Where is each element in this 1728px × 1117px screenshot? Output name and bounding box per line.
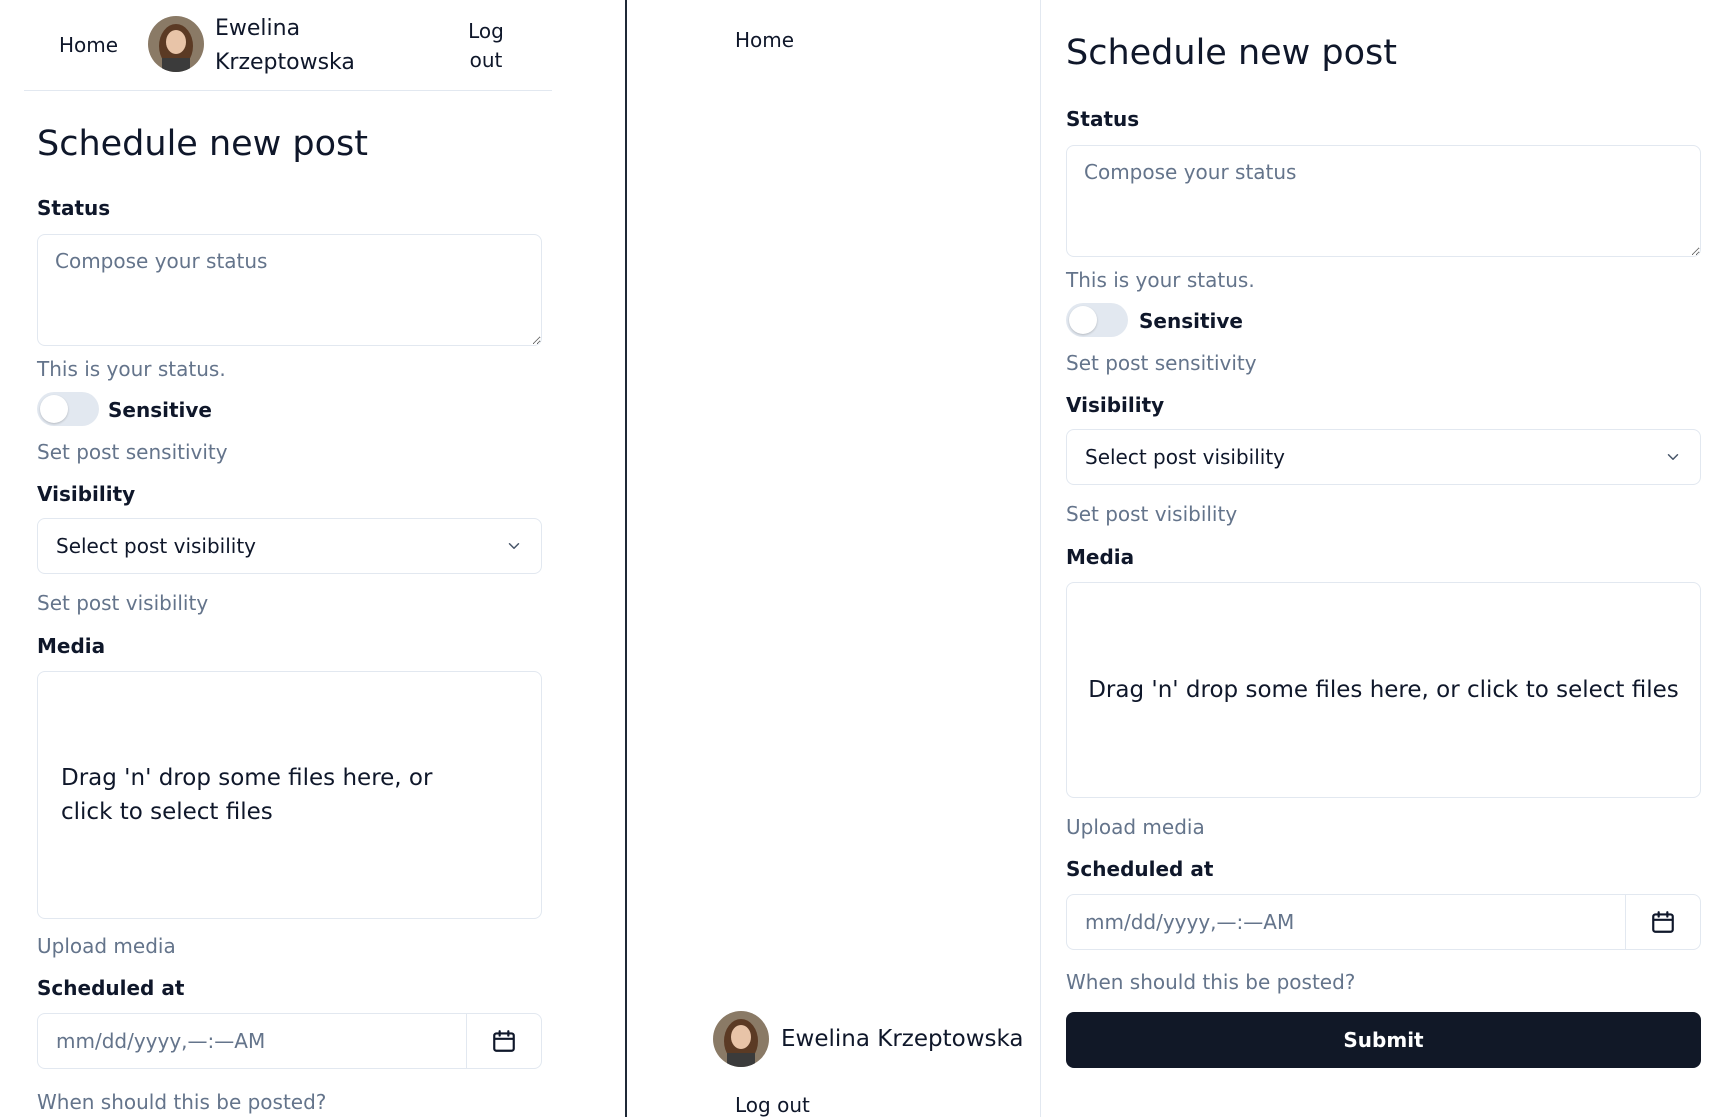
user-avatar[interactable] xyxy=(148,16,204,72)
mobile-header: Home Ewelina Krzeptowska Log out xyxy=(24,0,552,91)
calendar-icon xyxy=(1652,911,1674,933)
visibility-select-value: Select post visibility xyxy=(1085,445,1286,469)
scheduled-at-label: Scheduled at xyxy=(37,976,185,1000)
calendar-button[interactable] xyxy=(466,1014,541,1068)
user-avatar[interactable] xyxy=(713,1011,769,1067)
toggle-knob xyxy=(40,395,68,423)
sensitive-hint: Set post sensitivity xyxy=(37,440,228,464)
sidebar-user-name: Ewelina Krzeptowska xyxy=(781,1026,1024,1052)
media-hint: Upload media xyxy=(37,934,176,958)
status-label: Status xyxy=(1066,107,1140,131)
sidebar-home-link[interactable]: Home xyxy=(735,28,794,52)
visibility-select[interactable]: Select post visibility xyxy=(1066,429,1701,485)
status-textarea[interactable] xyxy=(37,234,542,346)
sensitive-label: Sensitive xyxy=(108,398,212,422)
calendar-button[interactable] xyxy=(1625,895,1700,949)
status-label: Status xyxy=(37,196,111,220)
media-dropzone[interactable]: Drag 'n' drop some files here, or click … xyxy=(1066,582,1701,798)
scheduled-at-input: mm/dd/yyyy,—:—AM xyxy=(1066,894,1701,950)
visibility-label: Visibility xyxy=(1066,393,1165,417)
scheduled-at-input: mm/dd/yyyy,—:—AM xyxy=(37,1013,542,1069)
user-name: Ewelina Krzeptowska xyxy=(215,16,355,75)
dropzone-text: Drag 'n' drop some files here, or click … xyxy=(61,765,433,825)
calendar-icon xyxy=(493,1030,515,1052)
sensitive-toggle[interactable] xyxy=(1066,303,1128,337)
visibility-hint: Set post visibility xyxy=(1066,502,1238,526)
page-title: Schedule new post xyxy=(1066,33,1398,73)
visibility-label: Visibility xyxy=(37,482,136,506)
datetime-field[interactable]: mm/dd/yyyy,—:—AM xyxy=(1067,895,1625,949)
status-hint: This is your status. xyxy=(37,357,226,381)
sensitive-hint: Set post sensitivity xyxy=(1066,351,1257,375)
sidebar-user: Ewelina Krzeptowska xyxy=(713,1011,1024,1067)
page-title: Schedule new post xyxy=(37,124,369,164)
chevron-down-icon xyxy=(1667,454,1679,460)
home-link[interactable]: Home xyxy=(59,33,118,57)
logout-link[interactable]: Log out xyxy=(461,17,511,75)
chevron-down-icon xyxy=(508,543,520,549)
app-root: Home Ewelina Krzeptowska Log out Schedul… xyxy=(0,0,1728,1117)
scheduled-at-hint: When should this be posted? xyxy=(1066,970,1356,994)
scheduled-at-label: Scheduled at xyxy=(1066,857,1214,881)
media-dropzone[interactable]: Drag 'n' drop some files here, or click … xyxy=(37,671,542,919)
status-textarea[interactable] xyxy=(1066,145,1701,257)
submit-button[interactable]: Submit xyxy=(1066,1012,1701,1068)
visibility-select-value: Select post visibility xyxy=(56,534,257,558)
mobile-view: Home Ewelina Krzeptowska Log out Schedul… xyxy=(0,0,627,1117)
sensitive-label: Sensitive xyxy=(1139,309,1243,333)
media-label: Media xyxy=(1066,545,1135,569)
sidebar-logout-link[interactable]: Log out xyxy=(735,1093,810,1117)
visibility-hint: Set post visibility xyxy=(37,591,209,615)
sensitive-toggle[interactable] xyxy=(37,392,99,426)
media-label: Media xyxy=(37,634,106,658)
status-hint: This is your status. xyxy=(1066,268,1255,292)
datetime-field[interactable]: mm/dd/yyyy,—:—AM xyxy=(38,1014,466,1068)
visibility-select[interactable]: Select post visibility xyxy=(37,518,542,574)
scheduled-at-hint: When should this be posted? xyxy=(37,1090,327,1114)
media-hint: Upload media xyxy=(1066,815,1205,839)
sidebar: Home Ewelina Krzeptowska Log out xyxy=(629,0,1041,1117)
dropzone-text: Drag 'n' drop some files here, or click … xyxy=(1088,677,1679,703)
toggle-knob xyxy=(1069,306,1097,334)
